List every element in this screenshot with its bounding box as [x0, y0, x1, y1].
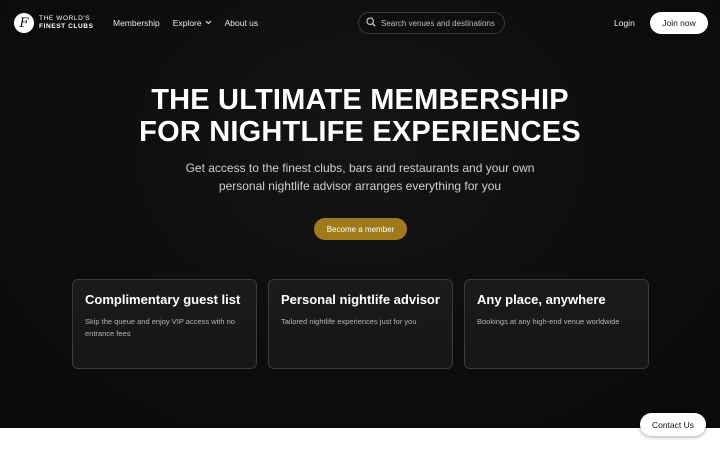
login-link[interactable]: Login — [614, 18, 635, 28]
hero-subtitle: Get access to the finest clubs, bars and… — [0, 159, 720, 195]
feature-card-any-place: Any place, anywhere Bookings at any high… — [464, 279, 649, 369]
logo-text: THE WORLD'S FINEST CLUBS — [39, 15, 94, 31]
hero-title-line-2: FOR NIGHTLIFE EXPERIENCES — [139, 116, 581, 148]
main-nav: Membership Explore About us — [113, 18, 258, 28]
feature-card-title: Complimentary guest list — [85, 292, 241, 307]
join-now-button[interactable]: Join now — [650, 12, 708, 34]
feature-card-advisor: Personal nightlife advisor Tailored nigh… — [268, 279, 453, 369]
nav-about-us[interactable]: About us — [225, 18, 259, 28]
feature-card-title: Personal nightlife advisor — [281, 292, 440, 307]
logo-line-1: THE WORLD'S — [39, 15, 91, 22]
hero-subtitle-line-2: personal nightlife advisor arranges ever… — [218, 179, 502, 193]
site-logo[interactable]: F THE WORLD'S FINEST CLUBS — [14, 13, 94, 33]
nav-membership[interactable]: Membership — [113, 18, 160, 28]
nav-explore-label: Explore — [172, 18, 202, 28]
search-input[interactable] — [381, 18, 504, 28]
hero-title-line-1: THE ULTIMATE MEMBERSHIP — [151, 84, 569, 116]
contact-us-button[interactable]: Contact Us — [640, 413, 706, 436]
logo-line-2: FINEST CLUBS — [39, 23, 94, 30]
feature-card-description: Bookings at any high-end venue worldwide — [477, 317, 620, 326]
feature-card-description: Skip the queue and enjoy VIP access with… — [85, 317, 235, 338]
nav-explore[interactable]: Explore — [173, 18, 212, 28]
search-icon — [366, 14, 376, 32]
chevron-down-icon — [205, 20, 212, 25]
hero-subtitle-line-1: Get access to the finest clubs, bars and… — [185, 161, 535, 175]
become-member-button[interactable]: Become a member — [314, 218, 407, 240]
hero-title: THE ULTIMATE MEMBERSHIP FOR NIGHTLIFE EX… — [0, 84, 720, 148]
feature-card-title: Any place, anywhere — [477, 292, 606, 307]
search-bar[interactable] — [358, 12, 505, 34]
feature-card-guest-list: Complimentary guest list Skip the queue … — [72, 279, 257, 369]
logo-mark-icon: F — [14, 13, 34, 33]
feature-card-description: Tailored nightlife experiences just for … — [281, 317, 417, 326]
hero-section: F THE WORLD'S FINEST CLUBS Membership Ex… — [0, 0, 720, 428]
